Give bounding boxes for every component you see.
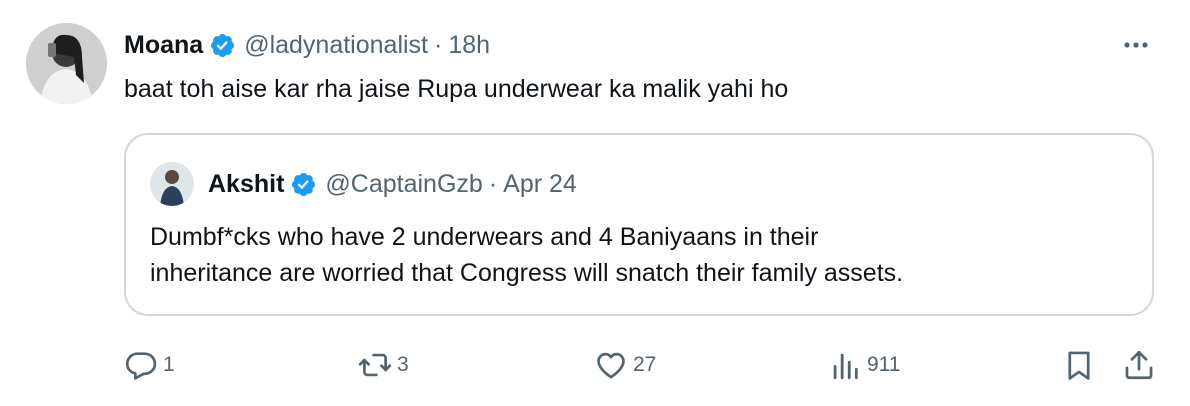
verified-badge-icon[interactable] [290,171,317,198]
separator-dot: · [488,169,498,198]
quoted-author-handle[interactable]: @CaptainGzb [325,170,482,199]
more-icon[interactable] [1120,34,1152,56]
bookmark-button[interactable] [1062,340,1096,390]
author-handle[interactable]: @ladynationalist [244,31,428,60]
like-count: 27 [633,353,657,376]
quoted-author-name[interactable]: Akshit [208,170,284,199]
quoted-tweet-date[interactable]: Apr 24 [503,170,577,199]
author-avatar[interactable] [26,23,107,104]
quoted-author-avatar[interactable] [150,162,194,206]
quoted-tweet-text-line: Dumbf*cks who have 2 underwears and 4 Ba… [150,223,819,251]
quoted-tweet-header: Akshit @CaptainGzb · Apr 24 [208,166,577,202]
verified-badge-icon[interactable] [209,32,236,59]
tweet-header: Moana @ladynationalist · 18h [124,27,490,63]
repost-icon [358,353,392,377]
like-icon [597,352,625,379]
views-count: 911 [867,353,901,376]
quoted-tweet-text-line: inheritance are worried that Congress wi… [150,259,904,287]
tweet-text: baat toh aise kar rha jaise Rupa underwe… [124,75,789,103]
quoted-tweet-text: Dumbf*cks who have 2 underwears and 4 Ba… [150,219,903,291]
share-icon [1125,350,1153,380]
bookmark-icon [1068,351,1090,380]
share-button[interactable] [1122,340,1156,390]
separator-dot: · [434,30,443,59]
repost-button[interactable]: 3 [358,340,409,390]
quoted-tweet[interactable]: Akshit @CaptainGzb · Apr 24 Dumbf*cks wh… [124,133,1154,316]
like-button[interactable]: 27 [594,340,656,390]
tweet-time[interactable]: 18h [448,31,490,60]
views-button[interactable]: 911 [828,340,900,390]
action-bar: 1 3 27 911 [0,340,1190,390]
reply-count: 1 [163,353,175,376]
author-name[interactable]: Moana [124,31,203,60]
repost-count: 3 [397,353,409,376]
views-icon [833,353,858,380]
reply-icon [125,352,157,380]
reply-button[interactable]: 1 [124,340,175,390]
